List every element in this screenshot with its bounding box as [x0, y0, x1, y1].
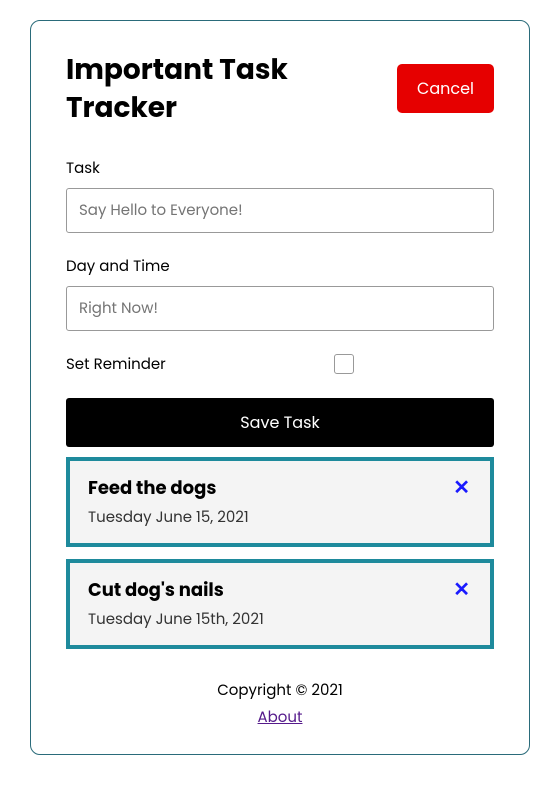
task-card: Feed the dogs Tuesday June 15, 2021 ✕	[66, 457, 494, 547]
save-button[interactable]: Save Task	[66, 398, 494, 447]
task-info: Cut dog's nails Tuesday June 15th, 2021	[88, 577, 451, 631]
task-date: Tuesday June 15, 2021	[88, 506, 451, 529]
task-name: Feed the dogs	[88, 475, 451, 502]
close-icon[interactable]: ✕	[451, 577, 472, 601]
daytime-field-group: Day and Time	[66, 255, 494, 331]
close-icon[interactable]: ✕	[451, 475, 472, 499]
cancel-button[interactable]: Cancel	[397, 64, 494, 113]
task-label: Task	[66, 157, 494, 180]
task-input[interactable]	[66, 188, 494, 233]
page-title: Important Task Tracker	[66, 51, 397, 127]
app-container: Important Task Tracker Cancel Task Day a…	[30, 20, 530, 755]
reminder-label: Set Reminder	[66, 353, 334, 376]
copyright-text: Copyright © 2021	[66, 679, 494, 702]
about-link[interactable]: About	[258, 707, 303, 728]
daytime-label: Day and Time	[66, 255, 494, 278]
task-date: Tuesday June 15th, 2021	[88, 608, 451, 631]
footer: Copyright © 2021 About	[66, 679, 494, 729]
reminder-checkbox[interactable]	[334, 354, 354, 374]
task-info: Feed the dogs Tuesday June 15, 2021	[88, 475, 451, 529]
reminder-row: Set Reminder	[66, 353, 494, 376]
header: Important Task Tracker Cancel	[66, 51, 494, 127]
task-card: Cut dog's nails Tuesday June 15th, 2021 …	[66, 559, 494, 649]
task-name: Cut dog's nails	[88, 577, 451, 604]
task-field-group: Task	[66, 157, 494, 233]
daytime-input[interactable]	[66, 286, 494, 331]
